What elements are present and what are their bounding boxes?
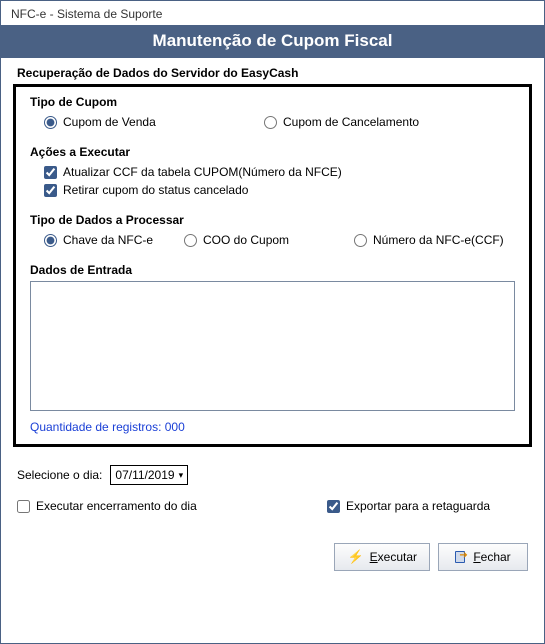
check-exportar-retaguarda-label: Exportar para a retaguarda — [346, 499, 490, 513]
radio-cupom-venda-label: Cupom de Venda — [63, 115, 156, 129]
tipo-dados-group: Chave da NFC-e COO do Cupom Número da NF… — [30, 231, 515, 249]
radio-coo-cupom-label: COO do Cupom — [203, 233, 289, 247]
executar-button-label: Executar — [370, 550, 417, 564]
close-icon — [455, 551, 467, 563]
radio-coo-cupom[interactable] — [184, 234, 197, 247]
tipo-cupom-label: Tipo de Cupom — [30, 95, 515, 109]
button-bar: ⚡ Executar Fechar — [13, 543, 532, 571]
date-value: 07/11/2019 — [115, 468, 174, 482]
radio-chave-nfce[interactable] — [44, 234, 57, 247]
radio-cupom-cancelamento-label: Cupom de Cancelamento — [283, 115, 419, 129]
check-atualizar-ccf[interactable] — [44, 166, 57, 179]
page-header: Manutenção de Cupom Fiscal — [1, 25, 544, 58]
check-exportar-retaguarda[interactable] — [327, 500, 340, 513]
fechar-button-label: Fechar — [473, 550, 510, 564]
bolt-icon: ⚡ — [347, 549, 363, 565]
date-label: Selecione o dia: — [17, 468, 102, 482]
check-executar-encerramento[interactable] — [17, 500, 30, 513]
tipo-cupom-group: Cupom de Venda Cupom de Cancelamento — [30, 113, 515, 131]
bottom-checks: Executar encerramento do dia Exportar pa… — [17, 499, 532, 513]
quantidade-registros: Quantidade de registros: 000 — [30, 420, 515, 434]
check-atualizar-ccf-label: Atualizar CCF da tabela CUPOM(Número da … — [63, 165, 342, 179]
check-retirar-cupom[interactable] — [44, 184, 57, 197]
executar-button[interactable]: ⚡ Executar — [334, 543, 430, 571]
check-executar-encerramento-label: Executar encerramento do dia — [36, 499, 197, 513]
acoes-label: Ações a Executar — [30, 145, 515, 159]
main-frame: Tipo de Cupom Cupom de Venda Cupom de Ca… — [13, 84, 532, 447]
check-retirar-cupom-label: Retirar cupom do status cancelado — [63, 183, 248, 197]
fechar-button[interactable]: Fechar — [438, 543, 528, 571]
radio-numero-nfce[interactable] — [354, 234, 367, 247]
radio-chave-nfce-label: Chave da NFC-e — [63, 233, 153, 247]
radio-cupom-venda[interactable] — [44, 116, 57, 129]
window-title: NFC-e - Sistema de Suporte — [11, 7, 162, 21]
tipo-dados-label: Tipo de Dados a Processar — [30, 213, 515, 227]
dados-entrada-textarea[interactable] — [30, 281, 515, 411]
dados-entrada-label: Dados de Entrada — [30, 263, 515, 277]
window-titlebar: NFC-e - Sistema de Suporte — [1, 1, 544, 25]
content-area: Recuperação de Dados do Servidor do Easy… — [1, 58, 544, 583]
page-title: Manutenção de Cupom Fiscal — [153, 31, 393, 50]
date-picker[interactable]: 07/11/2019 ▾ — [110, 465, 188, 485]
radio-cupom-cancelamento[interactable] — [264, 116, 277, 129]
radio-numero-nfce-label: Número da NFC-e(CCF) — [373, 233, 504, 247]
section-title: Recuperação de Dados do Servidor do Easy… — [17, 66, 532, 80]
chevron-down-icon[interactable]: ▾ — [179, 470, 184, 481]
date-row: Selecione o dia: 07/11/2019 ▾ — [17, 465, 532, 485]
